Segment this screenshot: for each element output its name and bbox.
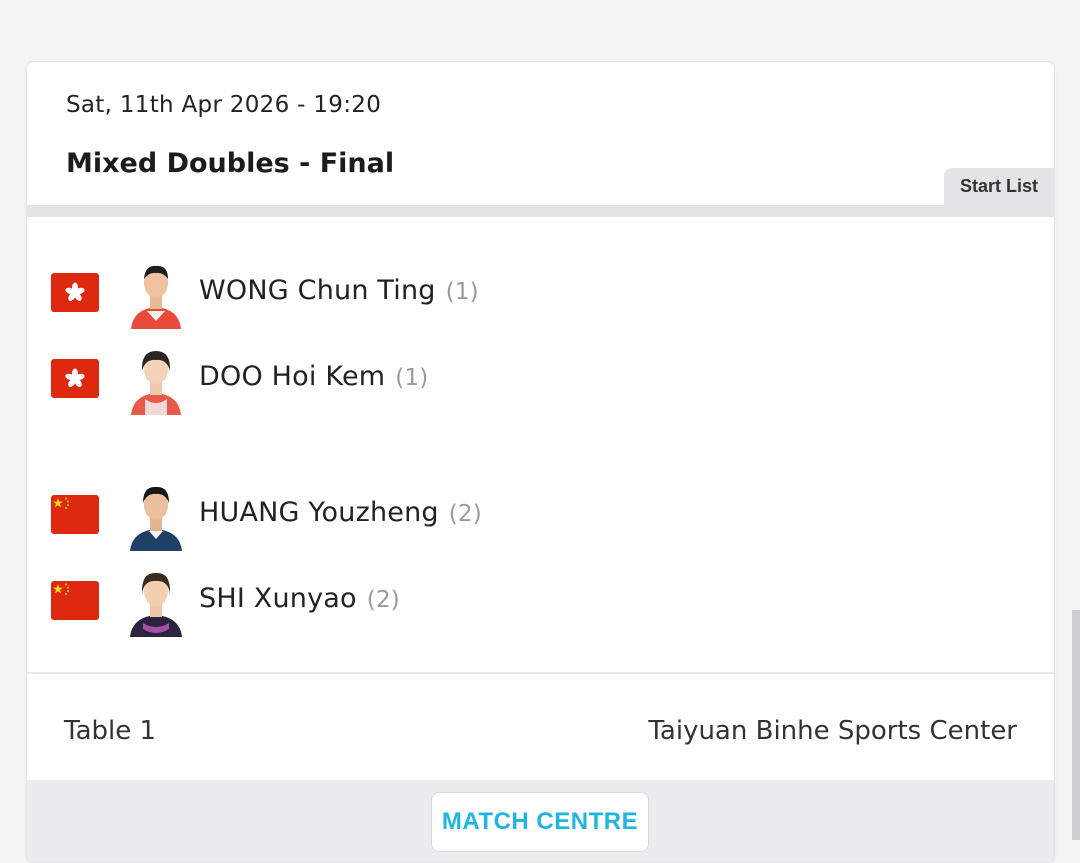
hong-kong-flag-icon [51,273,99,312]
match-datetime: Sat, 11th Apr 2026 - 19:20 [66,92,382,118]
tab-strip [27,205,1054,217]
player-row[interactable]: SHI Xunyao (2) [51,557,1051,643]
player-avatar [125,259,187,329]
player-seed: (1) [445,279,479,305]
player-avatar [125,567,187,637]
divider [27,672,1054,674]
player-name: HUANG Youzheng (2) [199,497,482,528]
player-seed: (1) [395,365,429,391]
match-centre-button[interactable]: MATCH CENTRE [431,792,649,852]
team-away: HUANG Youzheng (2) SHI Xunyao (2) [51,471,1051,643]
venue-name: Taiyuan Binhe Sports Center [648,716,1017,746]
team-home: WONG Chun Ting (1) DOO Hoi Kem (1) [51,249,1051,421]
card-footer: MATCH CENTRE [27,780,1054,862]
table-number: Table 1 [64,716,157,746]
player-name: SHI Xunyao (2) [199,583,400,614]
player-row[interactable]: WONG Chun Ting (1) [51,249,1051,335]
scrollbar[interactable] [1072,610,1080,840]
player-seed: (2) [366,587,400,613]
china-flag-icon [51,495,99,534]
player-name: WONG Chun Ting (1) [199,275,479,306]
hong-kong-flag-icon [51,359,99,398]
china-flag-icon [51,581,99,620]
player-name: DOO Hoi Kem (1) [199,361,429,392]
event-title: Mixed Doubles - Final [66,148,395,179]
player-row[interactable]: HUANG Youzheng (2) [51,471,1051,557]
player-avatar [125,481,187,551]
match-card: Sat, 11th Apr 2026 - 19:20 Mixed Doubles… [26,61,1055,863]
tab-start-list[interactable]: Start List [944,168,1054,205]
player-row[interactable]: DOO Hoi Kem (1) [51,335,1051,421]
player-seed: (2) [448,501,482,527]
player-avatar [125,345,187,415]
